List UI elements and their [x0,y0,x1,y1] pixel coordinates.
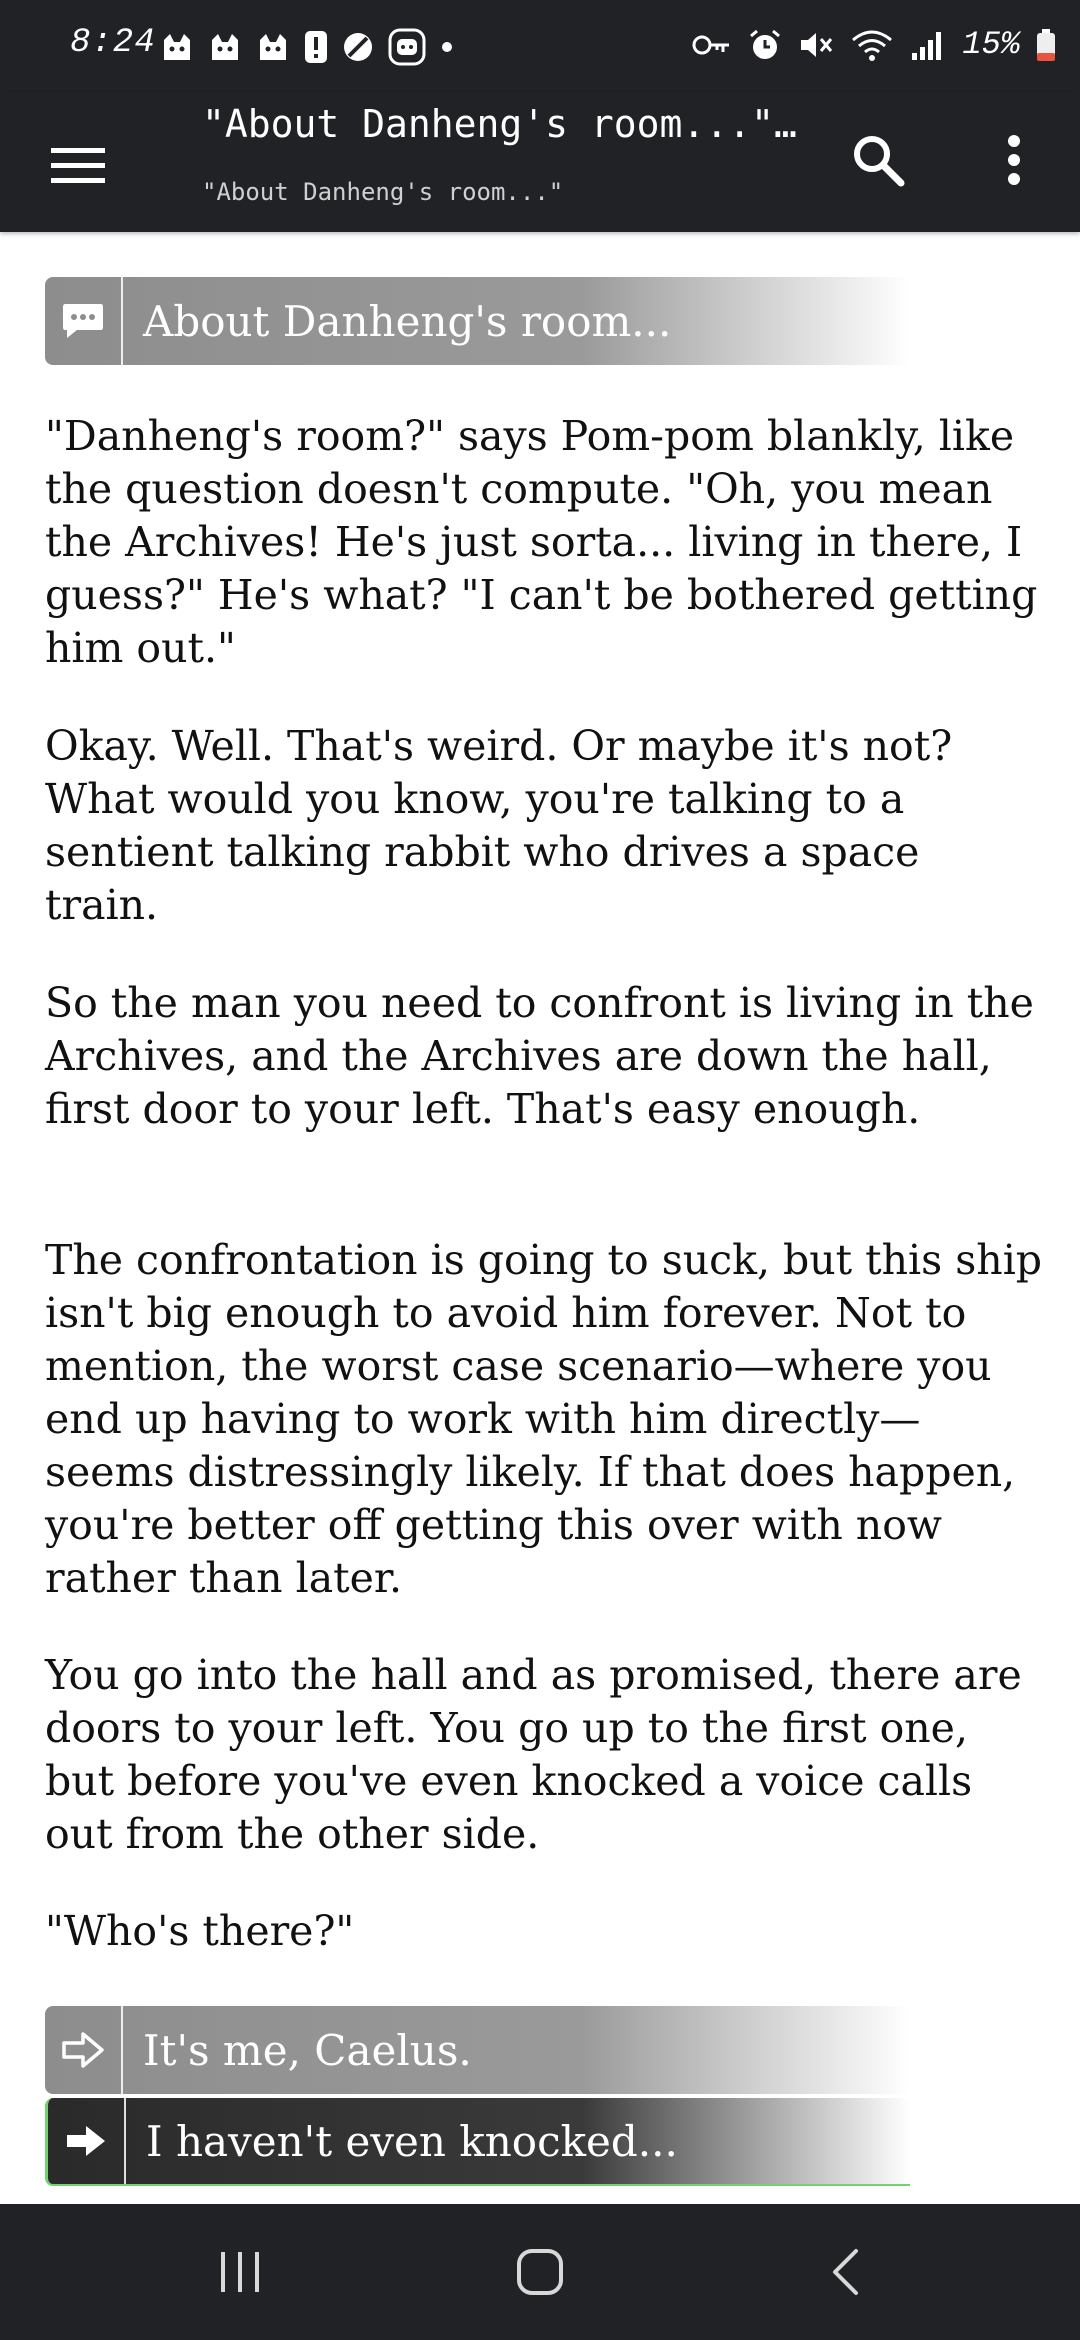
arrow-solid-icon [67,2126,105,2156]
back-icon [833,2249,858,2295]
passage-header: About Danheng's room... [45,277,910,365]
recents-button[interactable] [190,2222,290,2322]
story-paragraph: The confrontation is going to suck, but … [45,1236,1043,1602]
more-vert-icon [1008,135,1020,185]
more-options-button[interactable] [972,118,1056,202]
wifi-icon [852,30,893,61]
search-icon [854,136,905,187]
notification-icons [160,28,454,66]
cat-face-icon [260,34,286,60]
choice-label: I haven't even knocked... [146,2116,678,2166]
status-time: 8:24 [70,24,156,62]
story-content[interactable]: About Danheng's room... "Danheng's room?… [0,232,1080,2204]
cat-face-icon [212,34,238,60]
page-subtitle: "About Danheng's room..." [202,178,564,206]
choice-label: It's me, Caelus. [143,2025,472,2075]
search-button[interactable] [836,118,920,202]
app-bar: "About Danheng's room..."… "About Danhen… [0,92,1080,232]
alarm-icon [750,29,781,59]
story-paragraph: "Who's there?" [45,1907,355,1955]
choice-button-1[interactable]: It's me, Caelus. [45,2006,910,2094]
mute-icon [801,32,833,57]
navigation-bar [0,2204,1080,2340]
cat-face-icon [164,34,190,60]
passage-header-label: About Danheng's room... [143,296,672,346]
choice-button-2[interactable]: I haven't even knocked... [45,2098,910,2186]
menu-button[interactable] [36,124,120,208]
arrow-outline-icon [62,2032,104,2068]
story-paragraph: Okay. Well. That's weird. Or maybe it's … [45,722,953,929]
story-paragraph: You go into the hall and as promised, th… [45,1651,1022,1858]
home-button[interactable] [490,2222,590,2322]
story-paragraph: "Danheng's room?" says Pom-pom blankly, … [45,412,1038,672]
no-entry-icon [344,33,372,61]
system-icons: 15% [692,26,1056,63]
app-badge-icon [388,28,426,66]
back-button[interactable] [795,2222,895,2322]
home-icon [517,2249,563,2295]
signal-icon [912,31,942,60]
battery-icon [1037,28,1055,61]
menu-icon [51,148,105,183]
battery-percent: 15% [962,26,1020,63]
alert-badge-icon [305,31,327,63]
story-paragraph: So the man you need to confront is livin… [45,979,1034,1133]
dot-icon [442,42,452,52]
status-bar: 8:24 15% [0,0,1080,92]
recents-icon [221,2252,259,2292]
page-title: "About Danheng's room..."… [202,102,797,146]
key-icon [692,35,730,54]
speech-bubble-icon [63,304,103,338]
